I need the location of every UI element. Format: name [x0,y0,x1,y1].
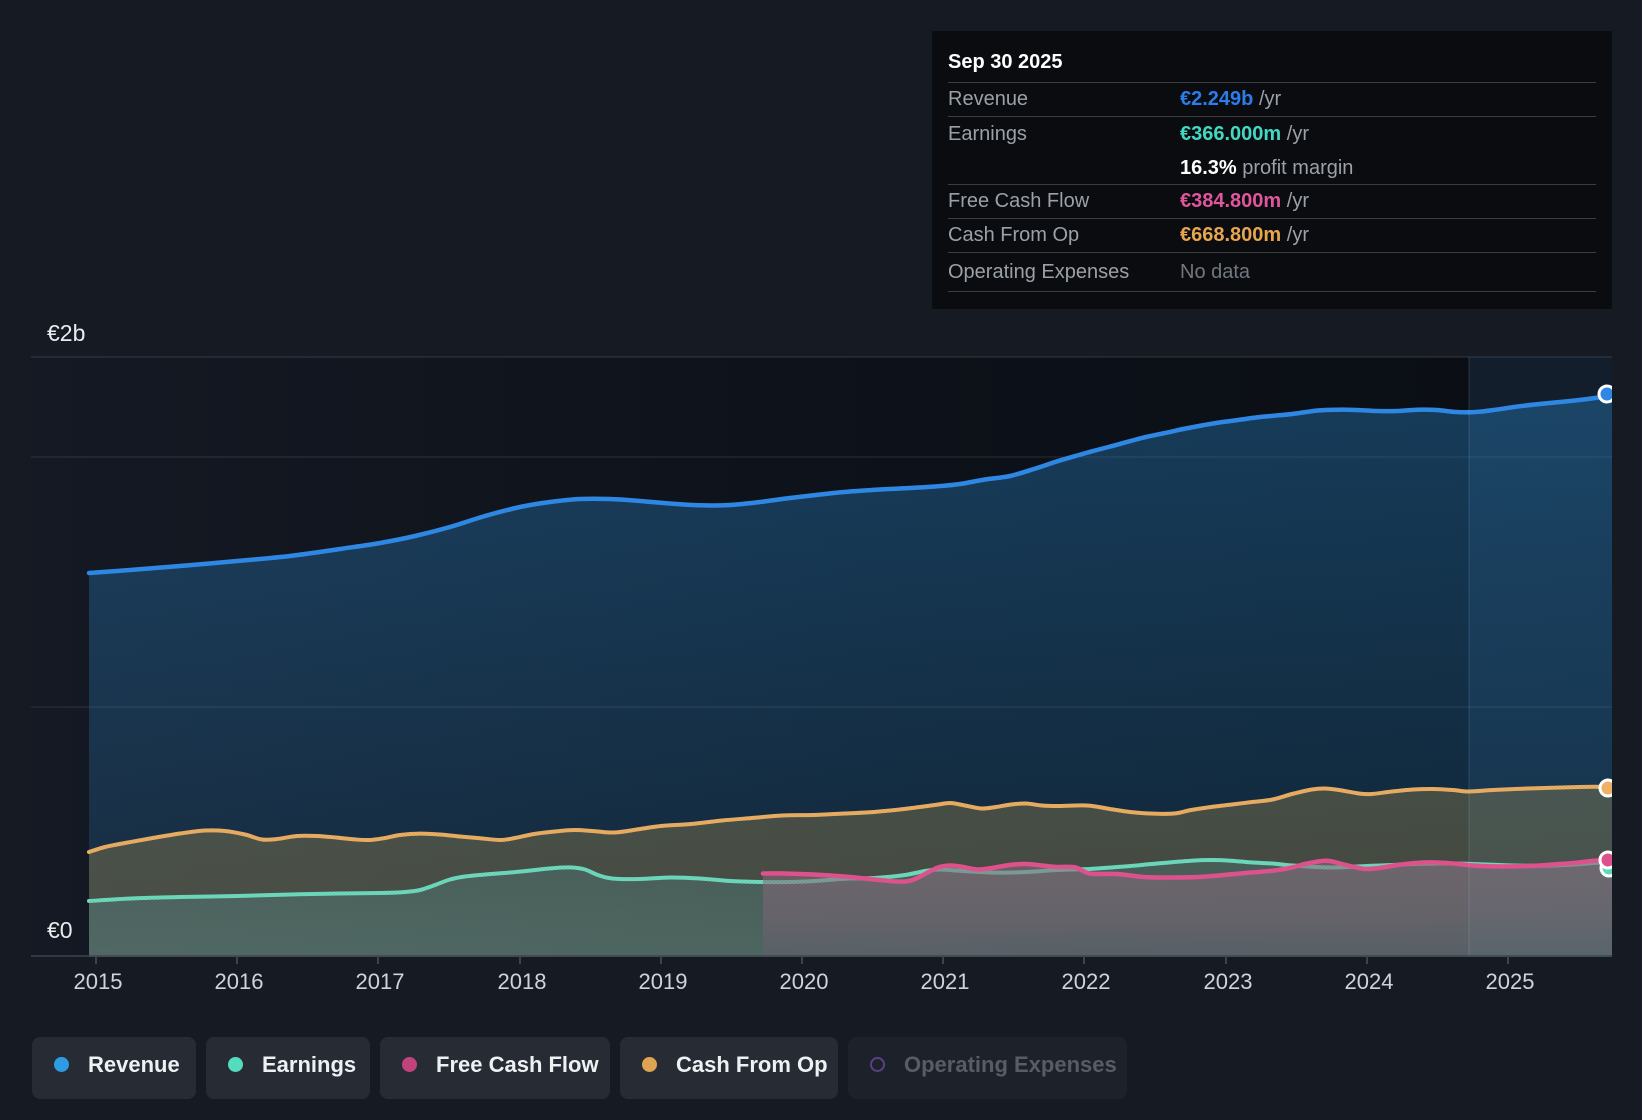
svg-text:2021: 2021 [921,969,970,994]
svg-text:€2b: €2b [47,320,85,346]
svg-text:2019: 2019 [639,969,688,994]
svg-text:2016: 2016 [215,969,264,994]
svg-text:2024: 2024 [1345,969,1394,994]
svg-text:2022: 2022 [1062,969,1111,994]
svg-text:2025: 2025 [1486,969,1535,994]
svg-text:2015: 2015 [74,969,123,994]
svg-text:2020: 2020 [780,969,829,994]
svg-text:2018: 2018 [498,969,547,994]
svg-text:2023: 2023 [1204,969,1253,994]
svg-text:€0: €0 [47,917,73,943]
svg-text:2017: 2017 [356,969,405,994]
